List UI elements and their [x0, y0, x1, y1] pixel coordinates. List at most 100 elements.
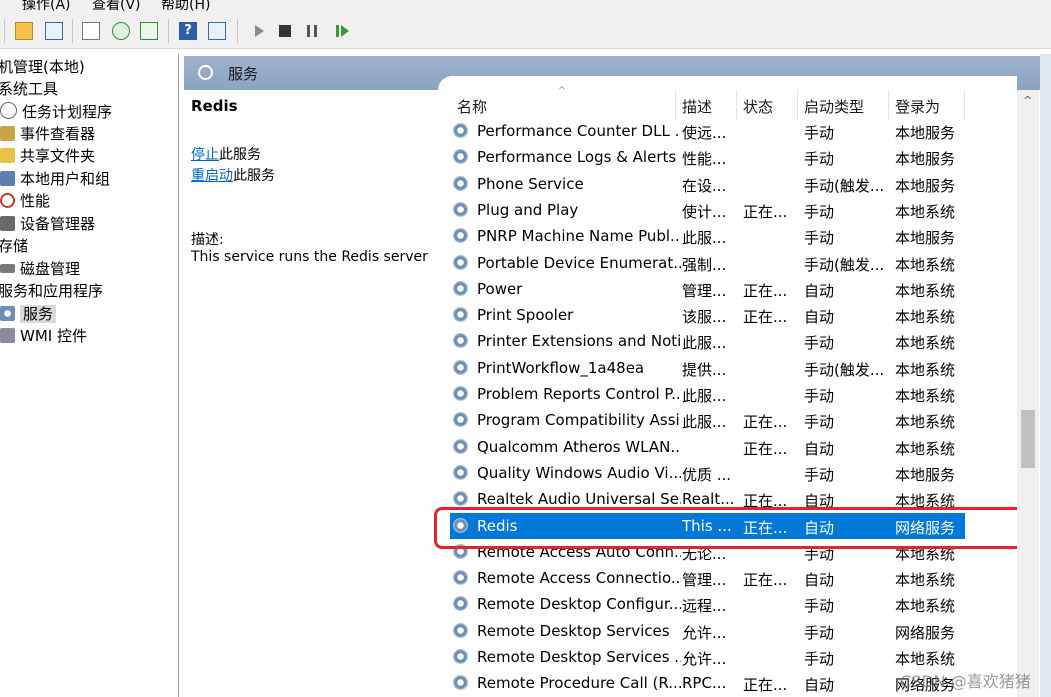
column-divider[interactable] — [797, 90, 798, 120]
menu-help[interactable]: 帮助(H) — [161, 0, 210, 12]
toolbar-separator — [237, 19, 238, 43]
column-header-startup-type[interactable]: 启动类型 — [804, 96, 864, 117]
restart-service-link[interactable]: 重启动 — [191, 168, 233, 184]
column-divider[interactable] — [964, 90, 965, 120]
tree-item-task-scheduler[interactable]: 任务计划程序 — [0, 101, 112, 123]
service-row[interactable]: Print Spooler 该服... 正在... 自动 本地系统 — [450, 302, 965, 328]
service-gear-icon — [453, 307, 468, 323]
properties-icon[interactable] — [82, 22, 100, 40]
column-header-name[interactable]: 名称 — [457, 96, 487, 117]
tree-item-disk-management[interactable]: 磁盘管理 — [0, 258, 80, 280]
sort-ascending-icon: ^ — [558, 86, 566, 96]
service-desc-cell: RPC... — [682, 674, 727, 693]
service-status-cell: 正在... — [743, 413, 788, 432]
service-desc-cell: 使计... — [682, 202, 727, 221]
service-row[interactable]: Qualcomm Atheros WLAN... 正在... 自动 本地系统 — [450, 434, 965, 460]
service-logon-cell: 本地系统 — [895, 571, 956, 590]
refresh-icon[interactable] — [112, 22, 130, 40]
service-row[interactable]: Performance Logs & Alerts 性能... 手动 本地服务 — [450, 144, 965, 170]
service-row[interactable]: Remote Access Connectio... 管理... 正在... 自动 本地… — [450, 565, 965, 591]
service-row[interactable]: Phone Service 在设... 手动(触发... 本地服务 — [450, 171, 965, 197]
stop-action: 停止此服务 — [191, 144, 261, 164]
up-folder-icon[interactable] — [15, 22, 33, 40]
service-startup-cell: 手动(触发... — [804, 360, 885, 379]
stop-service-link[interactable]: 停止 — [191, 147, 219, 163]
vertical-scrollbar[interactable]: ^ — [1017, 90, 1039, 697]
service-gear-icon — [453, 333, 468, 349]
column-header-logon-as[interactable]: 登录为 — [895, 96, 940, 117]
service-row[interactable]: Problem Reports Control P... 此服... 手动 本地系统 — [450, 381, 965, 407]
service-status-cell: 正在... — [743, 571, 788, 590]
service-row[interactable]: Power 管理... 正在... 自动 本地系统 — [450, 276, 965, 302]
column-divider[interactable] — [736, 90, 737, 120]
restart-service-icon[interactable] — [333, 22, 351, 40]
service-desc-cell: 该服... — [682, 308, 727, 327]
service-status-cell: 正在... — [743, 281, 788, 300]
tree-item-wmi-control[interactable]: WMI 控件 — [0, 325, 87, 347]
start-service-icon[interactable] — [250, 22, 268, 40]
service-row[interactable]: Printer Extensions and Noti... 此服... 手动 本地系… — [450, 328, 965, 354]
service-gear-icon — [453, 254, 468, 270]
service-logon-cell: 本地系统 — [895, 202, 956, 221]
service-name-cell: Plug and Play — [477, 200, 579, 219]
service-row[interactable]: Quality Windows Audio Vi... 优质 ... 手动 本地服务 — [450, 460, 965, 486]
column-divider[interactable] — [888, 90, 889, 120]
menu-action[interactable]: 操作(A) — [22, 0, 71, 12]
service-row[interactable]: Remote Desktop Services ... 允许... 手动 本地系统 — [450, 644, 965, 670]
help-icon[interactable]: ? — [179, 22, 197, 40]
restart-suffix: 此服务 — [233, 168, 275, 184]
action-pane-icon[interactable] — [208, 22, 226, 40]
service-gear-icon — [453, 280, 468, 296]
service-logon-cell: 本地系统 — [895, 281, 956, 300]
stop-service-icon[interactable] — [276, 22, 294, 40]
service-gear-icon — [453, 175, 468, 191]
service-gear-icon — [453, 570, 468, 586]
tree-item-services-and-apps[interactable]: 服务和应用程序 — [0, 280, 103, 302]
service-startup-cell: 自动 — [804, 439, 835, 458]
service-gear-icon — [453, 649, 468, 664]
service-gear-icon — [453, 438, 468, 454]
tree-item-computer-management[interactable]: 机管理(本地) — [0, 56, 85, 78]
service-desc-cell: 强制... — [682, 255, 727, 274]
service-name-cell: Print Spooler — [477, 306, 574, 325]
service-row[interactable]: PNRP Machine Name Publ... 此服... 手动 本地服务 — [450, 223, 965, 249]
tree-item-storage[interactable]: 存储 — [0, 235, 28, 257]
service-startup-cell: 手动(触发... — [804, 176, 885, 195]
service-name-cell: Problem Reports Control P... — [477, 385, 681, 403]
event-viewer-icon — [0, 126, 15, 141]
column-header-description[interactable]: 描述 — [682, 96, 712, 117]
toolbar: ? — [0, 12, 1051, 49]
tree-item-label: 设备管理器 — [20, 215, 96, 233]
service-row[interactable]: Program Compatibility Assi... 此服... 正在... 手… — [450, 407, 965, 433]
service-row[interactable]: Remote Desktop Configur... 远程... 手动 本地系统 — [450, 591, 965, 617]
service-desc-cell: 此服... — [682, 413, 727, 432]
service-logon-cell: 网络服务 — [895, 623, 956, 642]
scroll-up-icon[interactable]: ^ — [1023, 94, 1032, 107]
column-divider[interactable] — [675, 90, 676, 120]
service-row[interactable]: Remote Desktop Services 允许... 手动 网络服务 — [450, 618, 965, 644]
export-list-icon[interactable] — [140, 22, 158, 40]
service-name-cell: Remote Desktop Services ... — [477, 648, 681, 666]
scrollbar-thumb[interactable] — [1021, 410, 1035, 468]
column-header-status[interactable]: 状态 — [743, 96, 773, 117]
tree-item-device-manager[interactable]: 设备管理器 — [0, 213, 95, 235]
tree-item-label: 服务和应用程序 — [0, 282, 104, 300]
service-row[interactable]: Plug and Play 使计... 正在... 手动 本地系统 — [450, 197, 965, 223]
service-gear-icon — [453, 149, 468, 165]
tree-item-event-viewer[interactable]: 事件查看器 — [0, 123, 95, 145]
show-hide-tree-icon[interactable] — [45, 22, 63, 40]
service-gear-icon — [453, 228, 468, 244]
tree-item-local-users[interactable]: 本地用户和组 — [0, 168, 110, 190]
tree-item-services[interactable]: 服务 — [0, 303, 57, 325]
tree-item-shared-folders[interactable]: 共享文件夹 — [0, 145, 95, 167]
tree-item-performance[interactable]: 性能 — [0, 190, 50, 212]
service-logon-cell: 本地系统 — [895, 387, 956, 405]
service-row[interactable]: Portable Device Enumerat... 强制... 手动(触发...… — [450, 250, 965, 276]
tree-item-system-tools[interactable]: 系统工具 — [0, 78, 58, 100]
pause-service-icon[interactable] — [303, 22, 321, 40]
service-row[interactable]: Remote Procedure Call (R... RPC... 正在... 自动… — [450, 670, 965, 696]
service-row[interactable]: Performance Counter DLL ... 使远... 手动 本地服务 — [450, 118, 965, 144]
tree-item-label: WMI 控件 — [20, 327, 87, 345]
service-row[interactable]: PrintWorkflow_1a48ea 提供... 手动(触发... 本地系统 — [450, 355, 965, 381]
menu-view[interactable]: 查看(V) — [92, 0, 141, 12]
